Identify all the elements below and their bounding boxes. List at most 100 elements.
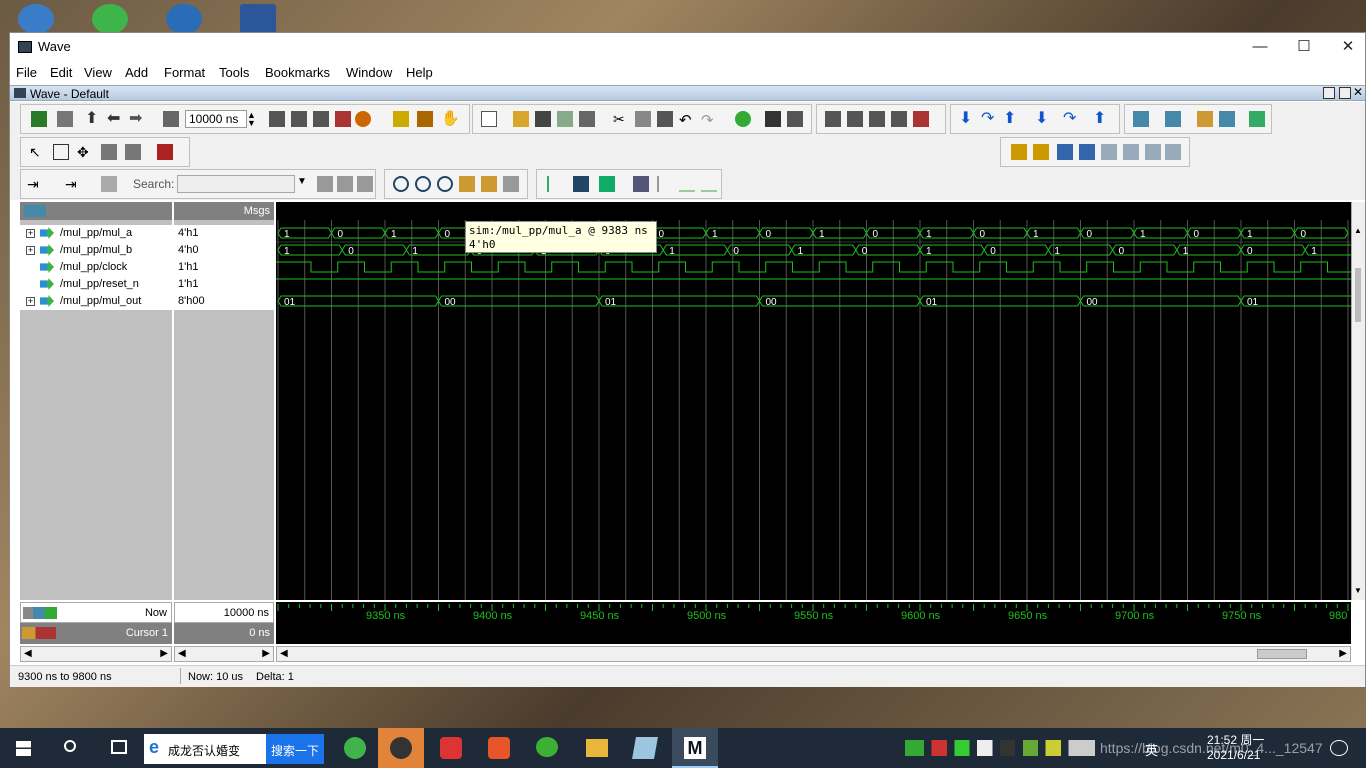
vscroll-down-icon[interactable]: ▼: [1354, 586, 1362, 595]
menu-help[interactable]: Help: [406, 65, 433, 80]
edge-1-icon[interactable]: [1101, 144, 1117, 160]
start-button[interactable]: [0, 728, 46, 768]
desktop-icon-network[interactable]: [18, 4, 54, 34]
menu-file[interactable]: File: [16, 65, 37, 80]
search-taskbar-button[interactable]: [48, 728, 94, 768]
run-all-icon[interactable]: [313, 111, 329, 127]
compile-all-icon[interactable]: [847, 111, 863, 127]
paste-icon[interactable]: [657, 111, 673, 127]
clock-date[interactable]: 2021/6/21: [1207, 748, 1260, 762]
up-arrow-icon[interactable]: ⬆: [85, 111, 101, 127]
timeline-ruler[interactable]: 9350 ns 9400 ns 9450 ns 9500 ns 9550 ns 9600 …: [276, 602, 1360, 644]
task-view-button[interactable]: [96, 728, 142, 768]
hscroll-left-icon[interactable]: ◀: [280, 648, 288, 659]
signal-row[interactable]: + /mul_pp/mul_a: [20, 225, 172, 242]
vscroll-thumb[interactable]: [1355, 268, 1361, 322]
layout-4-icon[interactable]: [1219, 111, 1235, 127]
desktop-icon-word[interactable]: [240, 4, 276, 34]
cursor-block-icon[interactable]: [573, 176, 589, 192]
pulse-2-icon[interactable]: [679, 176, 695, 192]
signal-row[interactable]: + /mul_pp/mul_out: [20, 293, 172, 310]
edge-3-icon[interactable]: [1145, 144, 1161, 160]
title-bar[interactable]: Wave — ☐ ✕: [10, 33, 1365, 61]
undo-icon[interactable]: ↶: [679, 111, 695, 129]
search-dropdown-icon[interactable]: ▼: [297, 176, 313, 192]
pan-mode-icon[interactable]: ✥: [77, 144, 93, 160]
zoom-in-icon[interactable]: [393, 176, 409, 192]
desktop-icon-ie[interactable]: [166, 4, 202, 34]
expand-icon[interactable]: +: [26, 297, 35, 306]
expand-icon[interactable]: +: [26, 229, 35, 238]
signal-row[interactable]: /mul_pp/reset_n: [20, 276, 172, 293]
compile-icon[interactable]: [825, 111, 841, 127]
menu-tools[interactable]: Tools: [219, 65, 249, 80]
step-into-2-icon[interactable]: ⬇: [1035, 111, 1051, 127]
notification-icon[interactable]: [1330, 740, 1348, 756]
continue-icon[interactable]: [291, 111, 307, 127]
copy2-icon[interactable]: [635, 111, 651, 127]
hand-icon[interactable]: ✋: [441, 111, 460, 127]
waveform-pane[interactable]: 1010101010101010101010101010101010101010…: [276, 202, 1351, 600]
open-folder-icon[interactable]: [513, 111, 529, 127]
taskbar-notes-icon[interactable]: [622, 728, 668, 768]
search-input[interactable]: [177, 175, 295, 193]
menu-edit[interactable]: Edit: [50, 65, 72, 80]
value-hscroll-ctrl[interactable]: ◀ ▶: [174, 646, 274, 662]
taskbar-avatar-app[interactable]: [378, 728, 424, 768]
signal-type-icon[interactable]: [24, 205, 46, 217]
layout-5-icon[interactable]: [1249, 111, 1265, 127]
value-hscroll-right-icon[interactable]: ▶: [262, 648, 270, 659]
run-icon[interactable]: [269, 111, 285, 127]
search-options-icon[interactable]: [357, 176, 373, 192]
wave-green-icon[interactable]: [599, 176, 615, 192]
break-sim-icon[interactable]: [913, 111, 929, 127]
close-button[interactable]: ✕: [1326, 35, 1366, 59]
menu-view[interactable]: View: [84, 65, 112, 80]
timeline-canvas[interactable]: 9350 ns 9400 ns 9450 ns 9500 ns 9550 ns 9600 …: [276, 602, 1360, 644]
step-over-icon[interactable]: ↷: [981, 111, 997, 127]
taskbar-modelsim-icon[interactable]: M: [672, 728, 718, 768]
tray-icons[interactable]: [905, 740, 1095, 756]
select-mode-icon[interactable]: ↖: [29, 144, 45, 160]
tree-icon[interactable]: [787, 111, 803, 127]
zoom-out-icon[interactable]: [415, 176, 431, 192]
prev-transition-icon[interactable]: [1057, 144, 1073, 160]
insert-cursor-icon[interactable]: [547, 176, 563, 192]
insert-group-icon[interactable]: ⇥: [65, 176, 81, 192]
desktop-icon-360[interactable]: [92, 4, 128, 34]
edit-mode-icon[interactable]: [101, 144, 117, 160]
value-row[interactable]: 4'h0: [174, 242, 274, 259]
cut-icon[interactable]: ✂: [613, 111, 629, 127]
list-icon[interactable]: [57, 111, 73, 127]
add-icon[interactable]: [735, 111, 751, 127]
undock-icon[interactable]: [1323, 87, 1335, 99]
ie-search-box[interactable]: e 成龙否认婚变: [144, 734, 266, 764]
step-out-icon[interactable]: ⬆: [1003, 111, 1019, 127]
zoom-range-icon[interactable]: [481, 176, 497, 192]
print-icon[interactable]: [579, 111, 595, 127]
new-file-icon[interactable]: [481, 111, 497, 127]
redo-icon[interactable]: ↷: [701, 111, 717, 129]
hscroll-right-icon[interactable]: ▶: [1339, 648, 1347, 659]
step-out-2-icon[interactable]: ⬆: [1093, 111, 1109, 127]
stop-icon[interactable]: [355, 111, 371, 127]
step-into-icon[interactable]: ⬇: [959, 111, 975, 127]
find-icon[interactable]: [765, 111, 781, 127]
menu-add[interactable]: Add: [125, 65, 148, 80]
layout-1-icon[interactable]: [1133, 111, 1149, 127]
insert-divider-icon[interactable]: ⇥: [27, 176, 43, 192]
step-over-2-icon[interactable]: ↷: [1063, 111, 1079, 127]
run-time-input[interactable]: 10000 ns: [185, 110, 247, 128]
search-binoculars-icon[interactable]: [317, 176, 333, 192]
wave-hscroll[interactable]: ◀ ▶: [276, 646, 1351, 662]
zoom-mode-icon[interactable]: [53, 144, 69, 160]
waveform-canvas[interactable]: 1010101010101010101010101010101010101010…: [276, 202, 1351, 600]
right-arrow-icon[interactable]: ➡: [129, 111, 145, 127]
taskbar-sogou-icon[interactable]: [476, 728, 522, 768]
restart-icon[interactable]: [393, 111, 409, 127]
chart-icon[interactable]: [417, 111, 433, 127]
bookmark-icon[interactable]: [157, 144, 173, 160]
expand-icon[interactable]: +: [26, 246, 35, 255]
sim-config-icon[interactable]: [891, 111, 907, 127]
zoom-full-icon[interactable]: [437, 176, 453, 192]
